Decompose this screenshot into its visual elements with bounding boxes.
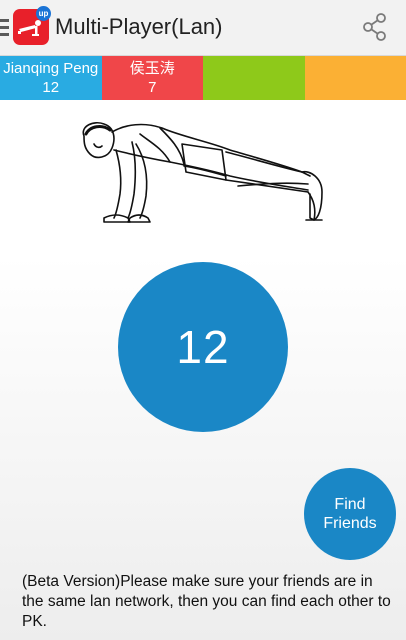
player-score-strip: Jianqing Peng 12 侯玉涛 7 <box>0 56 406 100</box>
rep-count-circle: 12 <box>118 262 288 432</box>
app-logo-icon[interactable]: up <box>13 6 51 45</box>
pushup-figure-icon <box>70 114 332 232</box>
app-bar: up Multi-Player(Lan) <box>0 0 406 56</box>
hamburger-icon[interactable] <box>0 19 9 36</box>
player-slot-3 <box>203 56 305 100</box>
player-slot-1: Jianqing Peng 12 <box>0 56 102 100</box>
app-title: Multi-Player(Lan) <box>55 14 223 39</box>
player-name: 侯玉涛 <box>129 60 175 77</box>
beta-note: (Beta Version)Please make sure your frie… <box>22 573 391 630</box>
player-count: 12 <box>42 79 60 96</box>
share-icon[interactable] <box>360 12 390 42</box>
player-name: Jianqing Peng <box>3 60 99 77</box>
player-count: 7 <box>148 79 157 96</box>
player-slot-2: 侯玉涛 7 <box>101 56 203 100</box>
up-badge: up <box>36 6 51 21</box>
find-friends-button[interactable]: Find Friends <box>304 468 396 560</box>
player-slot-4 <box>304 56 406 100</box>
